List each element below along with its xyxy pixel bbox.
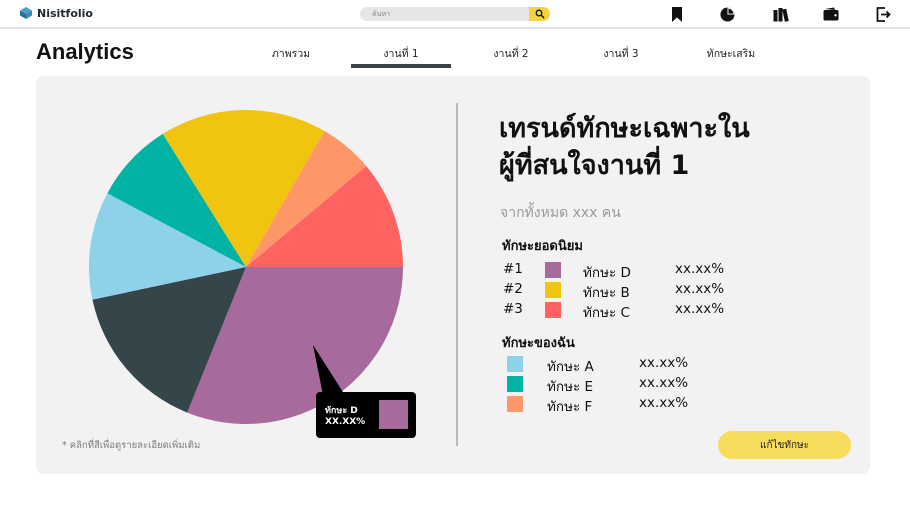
tooltip-label: ทักษะ D	[325, 406, 358, 416]
skill-percent: xx.xx%	[675, 301, 725, 317]
headline-line-1: เทรนด์ทักษะเฉพาะใน	[499, 113, 750, 144]
skill-swatch	[507, 396, 523, 412]
top-bar: Nisitfolio	[0, 0, 910, 29]
skill-name: ทักษะ A	[547, 359, 594, 375]
skill-percent: xx.xx%	[675, 281, 725, 297]
panel-subtitle: จากทั้งหมด xxx คน	[500, 205, 621, 221]
skill-swatch	[507, 356, 523, 372]
search-input[interactable]	[360, 7, 530, 21]
panel-headline: เทรนด์ทักษะเฉพาะใน ผู้ที่สนใจงานที่ 1	[499, 110, 859, 184]
skill-percent: xx.xx%	[639, 375, 689, 391]
my-skill-row[interactable]: ทักษะ E xx.xx%	[507, 375, 727, 395]
search-icon	[535, 9, 545, 19]
skill-rank: #1	[503, 261, 523, 277]
popular-skill-row[interactable]: #3 ทักษะ C xx.xx%	[503, 301, 763, 321]
chart-hint: * คลิกที่สีเพื่อดูรายละเอียดเพิ่มเติม	[62, 440, 201, 451]
page-title: Analytics	[36, 39, 134, 64]
skill-rank: #2	[503, 281, 523, 297]
skill-name: ทักษะ E	[547, 379, 594, 395]
skill-swatch	[545, 302, 561, 318]
active-tab-indicator	[351, 64, 451, 68]
popular-skill-row[interactable]: #1 ทักษะ D xx.xx%	[503, 261, 763, 281]
divider	[456, 103, 458, 446]
my-skill-row[interactable]: ทักษะ F xx.xx%	[507, 395, 727, 415]
tab-job-3[interactable]: งานที่ 3	[571, 45, 671, 62]
wallet-icon[interactable]	[823, 6, 839, 22]
app-name: Nisitfolio	[37, 6, 93, 20]
logout-icon[interactable]	[875, 6, 891, 22]
skill-name: ทักษะ F	[547, 399, 593, 415]
skill-name: ทักษะ C	[583, 305, 630, 321]
tab-extra-skills[interactable]: ทักษะเสริม	[681, 45, 781, 62]
books-icon[interactable]	[773, 6, 789, 22]
skill-percent: xx.xx%	[675, 261, 725, 277]
search-bar	[360, 7, 550, 21]
app-logo[interactable]: Nisitfolio	[19, 6, 93, 20]
skill-swatch	[507, 376, 523, 392]
tooltip-value: XX.XX%	[325, 417, 366, 427]
tooltip-swatch	[379, 400, 408, 429]
tab-job-1[interactable]: งานที่ 1	[351, 45, 451, 62]
edit-skills-button[interactable]: แก้ไขทักษะ	[718, 431, 851, 459]
logo-icon	[20, 7, 32, 19]
popular-skill-row[interactable]: #2 ทักษะ B xx.xx%	[503, 281, 763, 301]
slice-tooltip: ทักษะ D XX.XX%	[316, 392, 416, 438]
skills-pie-chart[interactable]	[89, 110, 403, 424]
tab-job-2[interactable]: งานที่ 2	[461, 45, 561, 62]
skill-name: ทักษะ D	[583, 265, 631, 281]
pie-chart-icon[interactable]	[719, 6, 735, 22]
skill-percent: xx.xx%	[639, 355, 689, 371]
popular-skills-title: ทักษะยอดนิยม	[502, 239, 583, 254]
skill-rank: #3	[503, 301, 523, 317]
skill-swatch	[545, 262, 561, 278]
tab-overview[interactable]: ภาพรวม	[241, 45, 341, 62]
search-button[interactable]	[529, 7, 550, 21]
skill-swatch	[545, 282, 561, 298]
headline-line-2: ผู้ที่สนใจงานที่ 1	[499, 150, 690, 181]
my-skills-title: ทักษะของฉัน	[502, 336, 575, 351]
my-skill-row[interactable]: ทักษะ A xx.xx%	[507, 355, 727, 375]
skill-name: ทักษะ B	[583, 285, 630, 301]
bookmark-icon[interactable]	[669, 6, 685, 22]
skill-percent: xx.xx%	[639, 395, 689, 411]
